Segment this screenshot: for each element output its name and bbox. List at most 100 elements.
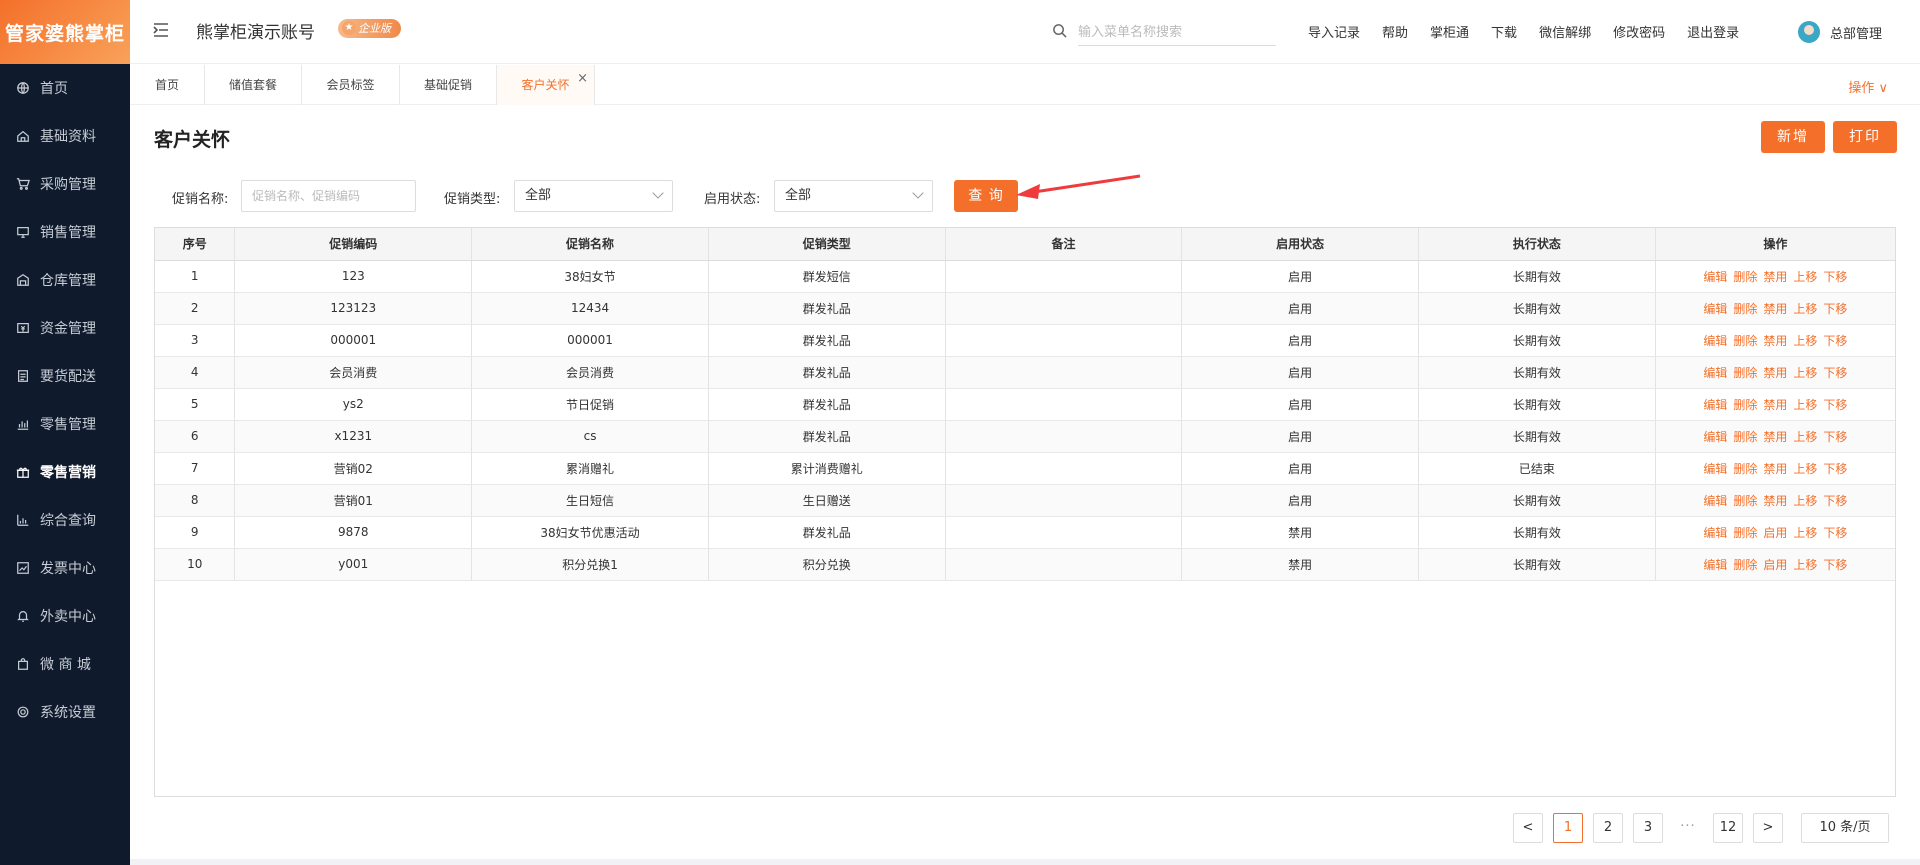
tab-2[interactable]: 储值套餐: [205, 65, 302, 105]
sidebar-item-1[interactable]: 首页: [0, 64, 130, 112]
row-action-link[interactable]: 下移: [1823, 558, 1847, 572]
row-action-link[interactable]: 删除: [1733, 462, 1757, 476]
row-action-link[interactable]: 删除: [1733, 334, 1757, 348]
promo-name-input[interactable]: [241, 180, 416, 212]
page-2-button[interactable]: 2: [1593, 813, 1623, 843]
row-action-link[interactable]: 编辑: [1703, 302, 1727, 316]
query-button[interactable]: 查 询: [954, 180, 1018, 212]
header-link-6[interactable]: 修改密码: [1613, 22, 1665, 41]
row-action-link[interactable]: 删除: [1733, 366, 1757, 380]
prev-page-button[interactable]: <: [1513, 813, 1543, 843]
row-action-link[interactable]: 禁用: [1763, 462, 1787, 476]
sidebar-item-4[interactable]: 销售管理: [0, 208, 130, 256]
tab-5[interactable]: 客户关怀 ×: [497, 65, 595, 105]
tab-1[interactable]: 首页: [130, 65, 205, 105]
sidebar-item-10[interactable]: 综合查询: [0, 496, 130, 544]
sidebar-item-11[interactable]: 发票中心: [0, 544, 130, 592]
row-action-link[interactable]: 编辑: [1703, 462, 1727, 476]
row-action-link[interactable]: 禁用: [1763, 494, 1787, 508]
cell-type: 积分兑换: [708, 548, 946, 581]
page-size-select[interactable]: 10 条/页: [1801, 813, 1889, 843]
header-link-2[interactable]: 帮助: [1382, 22, 1408, 41]
tab-4[interactable]: 基础促销: [400, 65, 497, 105]
cell-enabled: 启用: [1181, 452, 1420, 485]
tab-3[interactable]: 会员标签: [302, 65, 400, 105]
row-action-link[interactable]: 下移: [1823, 366, 1847, 380]
promo-type-select[interactable]: 全部: [514, 180, 673, 212]
header-link-1[interactable]: 导入记录: [1308, 22, 1360, 41]
row-action-link[interactable]: 编辑: [1703, 270, 1727, 284]
add-button[interactable]: 新增: [1761, 121, 1825, 153]
tab-operations-menu[interactable]: 操作 ∨: [1848, 77, 1888, 96]
header-link-7[interactable]: 退出登录: [1687, 22, 1739, 41]
row-action-link[interactable]: 下移: [1823, 494, 1847, 508]
row-action-link[interactable]: 上移: [1793, 334, 1817, 348]
row-action-link[interactable]: 启用: [1763, 526, 1787, 540]
row-action-link[interactable]: 删除: [1733, 302, 1757, 316]
user-name[interactable]: 总部管理: [1830, 23, 1882, 42]
row-action-link[interactable]: 编辑: [1703, 430, 1727, 444]
row-action-link[interactable]: 编辑: [1703, 494, 1727, 508]
row-action-link[interactable]: 上移: [1793, 526, 1817, 540]
row-action-link[interactable]: 编辑: [1703, 398, 1727, 412]
sidebar-item-9[interactable]: 零售营销: [0, 448, 130, 496]
header-link-5[interactable]: 微信解绑: [1539, 22, 1591, 41]
row-action-link[interactable]: 禁用: [1763, 430, 1787, 444]
row-action-link[interactable]: 删除: [1733, 270, 1757, 284]
row-action-link[interactable]: 删除: [1733, 398, 1757, 412]
row-action-link[interactable]: 编辑: [1703, 558, 1727, 572]
brand-logo[interactable]: 管家婆熊掌柜: [0, 0, 130, 64]
row-action-link[interactable]: 禁用: [1763, 334, 1787, 348]
status-select[interactable]: 全部: [774, 180, 933, 212]
sidebar-item-13[interactable]: 微 商 城: [0, 640, 130, 688]
row-action-link[interactable]: 上移: [1793, 494, 1817, 508]
row-action-link[interactable]: 下移: [1823, 398, 1847, 412]
header-link-4[interactable]: 下载: [1491, 22, 1517, 41]
sidebar-item-14[interactable]: 系统设置: [0, 688, 130, 736]
row-action-link[interactable]: 上移: [1793, 398, 1817, 412]
row-action-link[interactable]: 下移: [1823, 302, 1847, 316]
row-action-link[interactable]: 编辑: [1703, 526, 1727, 540]
row-action-link[interactable]: 上移: [1793, 558, 1817, 572]
sidebar-item-6[interactable]: 资金管理: [0, 304, 130, 352]
row-action-link[interactable]: 下移: [1823, 270, 1847, 284]
row-action-link[interactable]: 上移: [1793, 270, 1817, 284]
row-action-link[interactable]: 禁用: [1763, 270, 1787, 284]
row-action-link[interactable]: 上移: [1793, 302, 1817, 316]
row-action-link[interactable]: 上移: [1793, 366, 1817, 380]
page-1-button[interactable]: 1: [1553, 813, 1583, 843]
row-action-link[interactable]: 下移: [1823, 430, 1847, 444]
avatar[interactable]: [1798, 21, 1820, 43]
sidebar-item-8[interactable]: 零售管理: [0, 400, 130, 448]
row-action-link[interactable]: 禁用: [1763, 302, 1787, 316]
sidebar-item-12[interactable]: 外卖中心: [0, 592, 130, 640]
next-page-button[interactable]: >: [1753, 813, 1783, 843]
user-menu[interactable]: 总部管理: [1798, 21, 1882, 43]
row-action-link[interactable]: 删除: [1733, 526, 1757, 540]
page-3-button[interactable]: 3: [1633, 813, 1663, 843]
row-action-link[interactable]: 下移: [1823, 334, 1847, 348]
search-icon[interactable]: [1052, 23, 1067, 38]
close-icon[interactable]: ×: [577, 59, 588, 99]
row-action-link[interactable]: 上移: [1793, 462, 1817, 476]
row-action-link[interactable]: 编辑: [1703, 366, 1727, 380]
row-action-link[interactable]: 删除: [1733, 558, 1757, 572]
sidebar-item-3[interactable]: 采购管理: [0, 160, 130, 208]
row-action-link[interactable]: 下移: [1823, 462, 1847, 476]
sidebar-item-5[interactable]: 仓库管理: [0, 256, 130, 304]
row-action-link[interactable]: 下移: [1823, 526, 1847, 540]
row-action-link[interactable]: 禁用: [1763, 398, 1787, 412]
sidebar-item-2[interactable]: 基础资料: [0, 112, 130, 160]
row-action-link[interactable]: 删除: [1733, 430, 1757, 444]
menu-search-input[interactable]: [1078, 20, 1276, 46]
row-action-link[interactable]: 禁用: [1763, 366, 1787, 380]
row-action-link[interactable]: 编辑: [1703, 334, 1727, 348]
row-action-link[interactable]: 上移: [1793, 430, 1817, 444]
row-action-link[interactable]: 启用: [1763, 558, 1787, 572]
header-link-3[interactable]: 掌柜通: [1430, 22, 1469, 41]
row-action-link[interactable]: 删除: [1733, 494, 1757, 508]
print-button[interactable]: 打印: [1833, 121, 1897, 153]
menu-toggle-icon[interactable]: [152, 21, 170, 39]
last-page-button[interactable]: 12: [1713, 813, 1743, 843]
sidebar-item-7[interactable]: 要货配送: [0, 352, 130, 400]
